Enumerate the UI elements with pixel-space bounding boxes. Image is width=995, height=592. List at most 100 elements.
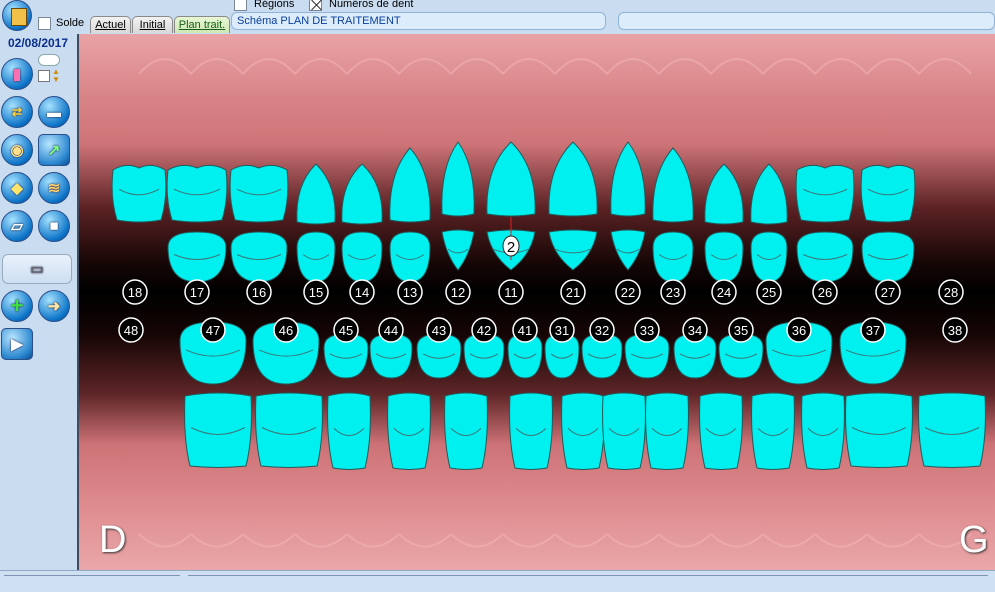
gum-ridge (294, 58, 348, 75)
add-icon[interactable]: + (1, 290, 33, 322)
upper-occlusal-25[interactable] (750, 231, 788, 283)
tooth-number-47[interactable]: 47 (200, 317, 226, 343)
tooth-number-48[interactable]: 48 (118, 317, 144, 343)
tooth-number-15[interactable]: 15 (303, 279, 329, 305)
toggle-button[interactable] (38, 54, 60, 66)
tooth-number-45[interactable]: 45 (333, 317, 359, 343)
tooth-number-24[interactable]: 24 (711, 279, 737, 305)
tooth-number-35[interactable]: 35 (728, 317, 754, 343)
tooth-number-37[interactable]: 37 (860, 317, 886, 343)
upper-occlusal-21[interactable] (548, 229, 598, 271)
tooth-number-16[interactable]: 16 (246, 279, 272, 305)
tab-actuel[interactable]: Actuel (90, 16, 131, 33)
upper-occlusal-12[interactable] (441, 229, 475, 271)
upper-crown-16[interactable] (229, 164, 289, 223)
lower-crown-41[interactable] (561, 392, 605, 470)
upper-crown-21[interactable] (548, 141, 598, 217)
lower-crown-44[interactable] (387, 392, 431, 470)
lower-crown-37[interactable] (918, 392, 986, 468)
tab-plan-traitement[interactable]: Plan trait. (174, 16, 230, 33)
marker-badge[interactable]: 2 (502, 235, 520, 257)
upper-crown-22[interactable] (610, 141, 646, 217)
lower-crown-42[interactable] (509, 392, 553, 470)
upper-crown-15[interactable] (296, 163, 336, 225)
layers-icon[interactable]: ≋ (38, 172, 70, 204)
pink-document-icon[interactable]: ▮ (1, 58, 33, 90)
tooth-number-26[interactable]: 26 (812, 279, 838, 305)
upper-occlusal-13[interactable] (389, 231, 431, 283)
tooth-number-33[interactable]: 33 (634, 317, 660, 343)
upper-occlusal-22[interactable] (610, 229, 646, 271)
upper-crown-13[interactable] (389, 147, 431, 223)
tooth-number-34[interactable]: 34 (682, 317, 708, 343)
upper-crown-11[interactable] (486, 141, 536, 217)
palette-icon[interactable]: ◉ (1, 134, 33, 166)
eye-icon[interactable]: ◆ (1, 172, 33, 204)
tooth-number-21[interactable]: 21 (560, 279, 586, 305)
tooth-numbers-checkbox[interactable] (309, 0, 322, 11)
video-icon[interactable]: ▶ (1, 328, 33, 360)
tooth-number-23[interactable]: 23 (660, 279, 686, 305)
upper-occlusal-24[interactable] (704, 231, 744, 283)
tooth-number-25[interactable]: 25 (756, 279, 782, 305)
upper-crown-25[interactable] (750, 163, 788, 225)
spin-control[interactable]: ▲ ▼ (38, 68, 60, 84)
tooth-number-43[interactable]: 43 (426, 317, 452, 343)
tooth-number-32[interactable]: 32 (589, 317, 615, 343)
upper-crown-14[interactable] (341, 163, 383, 225)
tooth-number-13[interactable]: 13 (397, 279, 423, 305)
tray-icon[interactable]: ▭ (2, 254, 72, 284)
upper-occlusal-15[interactable] (296, 231, 336, 283)
arrows-icon[interactable]: ⇄ (1, 96, 33, 128)
upper-occlusal-14[interactable] (341, 231, 383, 283)
lower-crown-43[interactable] (444, 392, 488, 470)
lower-crown-32[interactable] (645, 392, 689, 470)
tooth-number-12[interactable]: 12 (445, 279, 471, 305)
tooth-number-28[interactable]: 28 (938, 279, 964, 305)
tooth-number-38[interactable]: 38 (942, 317, 968, 343)
upper-occlusal-16[interactable] (230, 231, 288, 283)
tooth-number-41[interactable]: 41 (512, 317, 538, 343)
tooth-number-46[interactable]: 46 (273, 317, 299, 343)
upper-crown-17[interactable] (166, 164, 228, 223)
tooth-number-17[interactable]: 17 (184, 279, 210, 305)
status-bar (0, 570, 995, 592)
upper-crown-26[interactable] (795, 164, 855, 223)
lower-crown-46[interactable] (255, 392, 323, 468)
upper-occlusal-26[interactable] (796, 231, 854, 283)
upper-crown-12[interactable] (441, 141, 475, 217)
regions-label: Régions (254, 0, 295, 10)
green-tooth-icon[interactable]: ↗ (38, 134, 70, 166)
solde-checkbox[interactable] (38, 17, 51, 30)
upper-occlusal-23[interactable] (652, 231, 694, 283)
tooth-number-27[interactable]: 27 (875, 279, 901, 305)
tab-initial[interactable]: Initial (132, 16, 173, 33)
upper-crown-24[interactable] (704, 163, 744, 225)
upper-crown-23[interactable] (652, 147, 694, 223)
tooth-number-11[interactable]: 11 (498, 279, 524, 305)
upper-occlusal-17[interactable] (167, 231, 227, 283)
lower-crown-36[interactable] (845, 392, 913, 468)
tooth-number-18[interactable]: 18 (122, 279, 148, 305)
upper-occlusal-27[interactable] (861, 231, 915, 283)
scanner-icon[interactable]: ▱ (1, 210, 33, 242)
tooth-number-42[interactable]: 42 (471, 317, 497, 343)
regions-checkbox[interactable] (234, 0, 247, 11)
tooth-number-22[interactable]: 22 (615, 279, 641, 305)
camera-icon[interactable]: ■ (38, 210, 70, 242)
lower-crown-34[interactable] (751, 392, 795, 470)
upper-crown-18[interactable] (111, 164, 167, 223)
upper-crown-27[interactable] (860, 164, 916, 223)
tooth-number-14[interactable]: 14 (349, 279, 375, 305)
tooth-number-31[interactable]: 31 (549, 317, 575, 343)
lower-crown-35[interactable] (801, 392, 845, 470)
tooth-number-44[interactable]: 44 (378, 317, 404, 343)
lower-crown-33[interactable] (699, 392, 743, 470)
tooth-number-36[interactable]: 36 (786, 317, 812, 343)
book-icon[interactable] (2, 0, 32, 31)
lower-crown-45[interactable] (327, 392, 371, 470)
import-icon[interactable]: ➜ (38, 290, 70, 322)
lower-crown-31[interactable] (602, 392, 646, 470)
lower-crown-47[interactable] (184, 392, 252, 468)
blue-bar-icon[interactable]: ▬ (38, 96, 70, 128)
